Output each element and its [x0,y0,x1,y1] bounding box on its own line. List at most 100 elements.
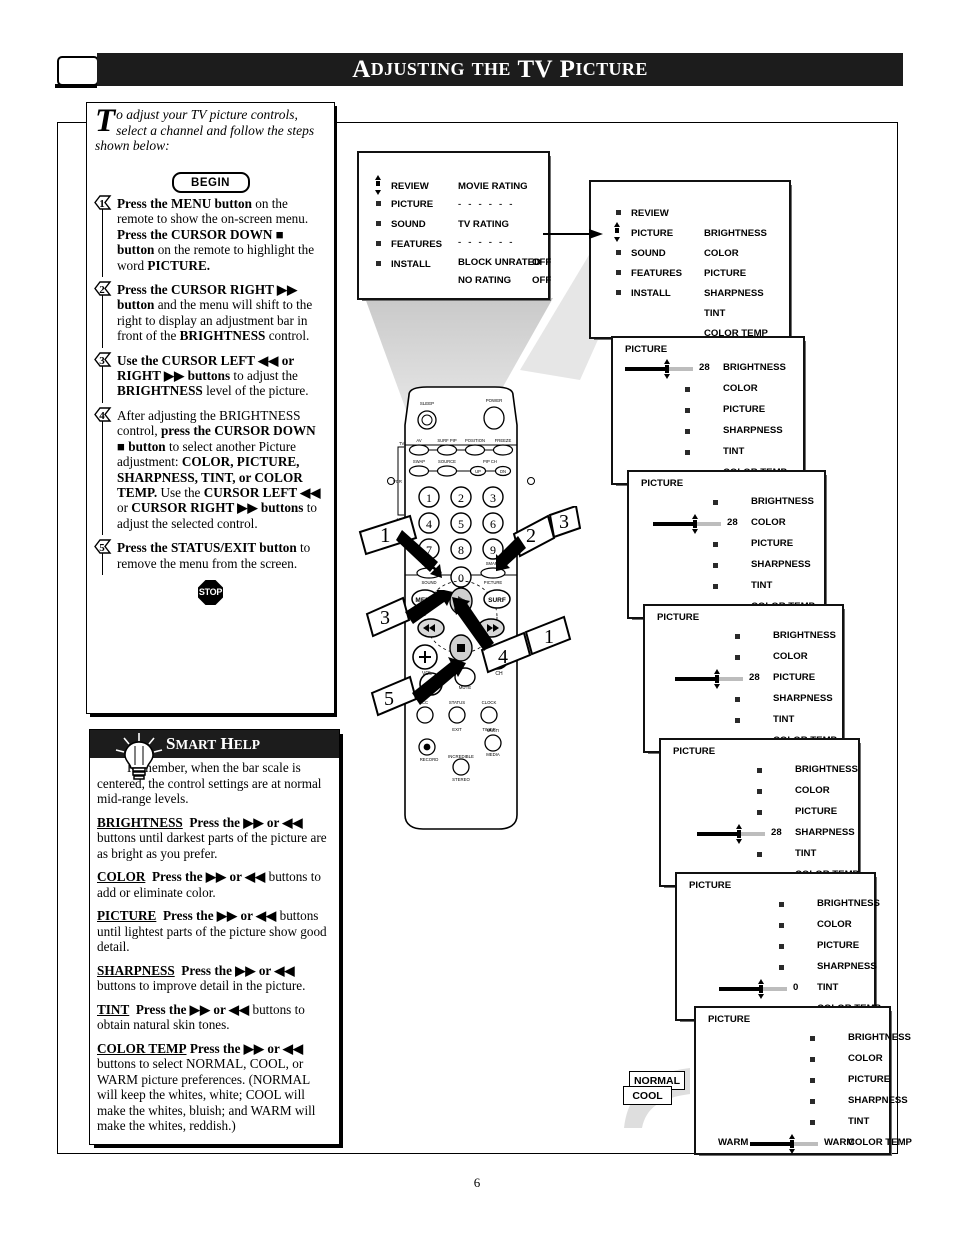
osd2-item-sound: SOUND [631,248,666,259]
osd1-dash-2: - - - - - - [458,237,515,248]
callout-num-4: 4 [498,646,508,668]
osd-panel-7-value: 0 [793,982,799,993]
osd-panel-8-item-color-temp[interactable]: COLOR TEMP [848,1137,912,1148]
osd-panel-4-item-brightness[interactable]: BRIGHTNESS [751,496,814,507]
osd-bullet [685,387,690,392]
osd2-sub-brightness: BRIGHTNESS [704,228,767,239]
osd-panel-7-item-color[interactable]: COLOR [817,919,852,930]
osd-bullet [779,902,784,907]
manual-page: A DJUSTING THE TV P ICTURE To adjust your … [0,0,954,1235]
osd-panel-4-value: 28 [727,517,738,528]
osd-panel-8-item-color[interactable]: COLOR [848,1053,883,1064]
osd-panel-5-item-tint[interactable]: TINT [773,714,794,725]
callout-num-5: 5 [384,688,394,710]
osd-panel-6-item-sharpness[interactable]: SHARPNESS [795,827,855,838]
osd-panel-5-item-picture[interactable]: PICTURE [773,672,815,683]
osd-panel-8-item-picture[interactable]: PICTURE [848,1074,890,1085]
osd-selection-cursor [663,359,671,384]
osd1-dash-1: - - - - - - [458,199,515,210]
osd-panel-8-item-sharpness[interactable]: SHARPNESS [848,1095,908,1106]
smart-help-paragraph-1: BRIGHTNESS Press the ▶▶ or ◀◀ buttons un… [97,814,327,861]
osd-panel-4-item-tint[interactable]: TINT [751,580,772,591]
begin-badge: BEGIN [171,172,250,193]
smart-help-title: SMART HELP [166,734,260,753]
osd-bullet [779,923,784,928]
svg-text:POSITION: POSITION [465,438,485,443]
step-number-diamond: 1 [94,195,112,210]
osd-panel-7-item-brightness[interactable]: BRIGHTNESS [817,898,880,909]
osd-bullet [810,1078,815,1083]
step-number-diamond: 3 [94,351,112,367]
svg-text:MULTI: MULTI [487,728,500,733]
step-connector-line [102,295,104,348]
step-text-4: After adjusting the BRIGHTNESS control, … [117,407,321,531]
osd-panel-4-item-color[interactable]: COLOR [751,517,786,528]
callout-2-3-cursor-right: 2 3 [496,506,581,572]
osd-bullet [757,768,762,773]
adjustment-bar-filled [625,367,667,371]
osd-panel-5-item-brightness[interactable]: BRIGHTNESS [773,630,836,641]
osd-panel-7-item-sharpness[interactable]: SHARPNESS [817,961,877,972]
color-temp-selected-value: WARM [718,1137,749,1148]
osd-panel-3-item-picture[interactable]: PICTURE [723,404,765,415]
osd-panel-6-item-color[interactable]: COLOR [795,785,830,796]
osd2-sub-color: COLOR [704,248,739,259]
osd1-block-unrated-value: OFF [532,257,552,268]
osd-bullet [713,500,718,505]
intro-box: To adjust your TV picture controls, sele… [86,102,335,166]
osd-bullet [713,584,718,589]
osd-panel-3-item-color[interactable]: COLOR [723,383,758,394]
osd-panel-6-item-picture[interactable]: PICTURE [795,806,837,817]
osd-panel-6-item-tint[interactable]: TINT [795,848,816,859]
osd-bullet [810,1099,815,1104]
smart-help-box: SMART HELP Remember, when the bar scale … [89,729,340,1145]
smart-help-paragraph-2: COLOR Press the ▶▶ or ◀◀ buttons to add … [97,869,321,900]
osd-panel-3-item-sharpness[interactable]: SHARPNESS [723,425,783,436]
svg-text:PIP CH: PIP CH [483,459,497,464]
osd-panel-3-item-brightness[interactable]: BRIGHTNESS [723,362,786,373]
step-5: 5 Press the STATUS/EXIT button to remove … [91,539,330,571]
osd-panel-8-item-tint[interactable]: TINT [848,1116,869,1127]
up-down-cursor-icon [375,175,381,195]
adjustment-bar-filled [675,677,717,681]
svg-text:2: 2 [458,491,464,505]
osd-panel-5-item-color[interactable]: COLOR [773,651,808,662]
osd2-item-features: FEATURES [631,268,682,279]
callout-num-3a: 3 [559,511,569,533]
svg-text:SWAP: SWAP [413,459,425,464]
osd-bullet [735,655,740,660]
svg-text:1: 1 [426,491,432,505]
osd-panel-5-item-sharpness[interactable]: SHARPNESS [773,693,833,704]
osd-bullet [685,429,690,434]
smart-help-paragraph-5: TINT Press the ▶▶ or ◀◀ buttons to obtai… [97,1001,305,1033]
osd-panel-7-title: PICTURE [689,880,732,891]
osd-bullet [735,697,740,702]
flow-arrow-1 [543,229,603,239]
osd-panel-6: PICTURE BRIGHTNESS COLOR PICTURE 28 SHARPNESS… [659,738,860,887]
osd-bullet [713,542,718,547]
osd-bullet [685,408,690,413]
osd-panel-3-item-tint[interactable]: TINT [723,446,744,457]
adjustment-bar-filled [719,987,761,991]
osd-bullet [757,852,762,857]
color-temp-option-cool[interactable]: COOL [623,1086,672,1105]
osd-panel-6-item-brightness[interactable]: BRIGHTNESS [795,764,858,775]
intro-text: To adjust your TV picture controls, sele… [95,105,329,154]
osd1-no-rating-value: OFF [532,275,552,286]
step-number-diamond: 4 [94,407,112,422]
osd-bullet [810,1057,815,1062]
svg-text:SLEEP: SLEEP [420,401,434,406]
up-down-cursor-icon [714,669,720,689]
osd-panel-3-value: 28 [699,362,710,373]
osd-panel-4-item-sharpness[interactable]: SHARPNESS [751,559,811,570]
osd-panel-4-item-picture[interactable]: PICTURE [751,538,793,549]
osd1-no-rating: NO RATING [458,275,512,286]
osd-panel-8-title: PICTURE [708,1014,751,1025]
osd-panel-2: REVIEW PICTURE SOUND FEATURES INSTALL BR… [589,180,791,339]
callout-1-menu: 1 [358,514,442,578]
smart-help-paragraph-4: SHARPNESS Press the ▶▶ or ◀◀ buttons to … [97,962,306,994]
osd-panel-7-item-tint[interactable]: TINT [817,982,838,993]
adjustment-bar-filled [653,522,695,526]
osd-panel-8-item-brightness[interactable]: BRIGHTNESS [848,1032,911,1043]
osd-panel-7-item-picture[interactable]: PICTURE [817,940,859,951]
